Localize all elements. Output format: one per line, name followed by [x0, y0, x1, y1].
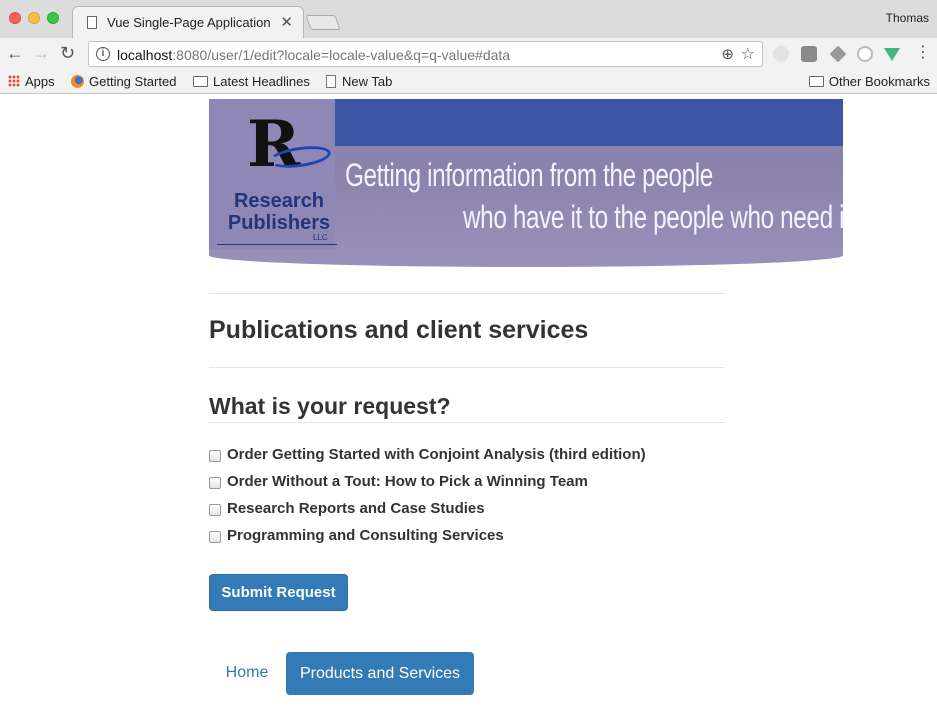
browser-titlebar: Vue Single-Page Application ✕ Thomas: [0, 0, 937, 38]
forward-arrow-icon[interactable]: →: [32, 42, 50, 64]
new-tab-button[interactable]: [305, 15, 341, 30]
address-bar[interactable]: i localhost:8080/user/1/edit?locale=loca…: [88, 41, 763, 67]
url-text[interactable]: localhost:8080/user/1/edit?locale=locale…: [117, 47, 510, 63]
site-banner: R Research Publishers LLC Getting inform…: [209, 99, 843, 267]
dropbox-icon[interactable]: [829, 45, 847, 63]
banner-top-bar: [335, 99, 843, 146]
page-icon: [326, 75, 336, 88]
info-icon[interactable]: i: [96, 47, 110, 61]
bookmark-apps[interactable]: Apps: [8, 74, 55, 89]
checkbox[interactable]: [209, 504, 221, 516]
divider: [209, 422, 725, 423]
divider: [209, 293, 725, 294]
browser-toolbar: ← → ↻ i localhost:8080/user/1/edit?local…: [0, 38, 937, 70]
site-logo: R Research Publishers LLC: [209, 99, 337, 249]
divider: [209, 367, 725, 368]
checkbox[interactable]: [209, 450, 221, 462]
nav-products-tab-active[interactable]: Products and Services: [286, 652, 474, 695]
logo-company-name: Research Publishers: [227, 190, 331, 234]
bookmark-label: New Tab: [342, 74, 393, 89]
bookmark-latest-headlines[interactable]: Latest Headlines: [193, 74, 310, 89]
option-label[interactable]: Programming and Consulting Services: [227, 527, 504, 544]
bookmark-new-tab[interactable]: New Tab: [326, 74, 392, 89]
checkbox[interactable]: [209, 531, 221, 543]
extension-icon[interactable]: [801, 46, 817, 62]
url-path: :8080/user/1/edit?locale=locale-value&q=…: [172, 47, 511, 63]
checkbox[interactable]: [209, 477, 221, 489]
option-label[interactable]: Order Getting Started with Conjoint Anal…: [227, 446, 646, 463]
logo-letter: R: [247, 107, 301, 182]
extension-icon[interactable]: [857, 46, 873, 62]
apps-grid-icon: [8, 75, 20, 87]
bookmark-label: Apps: [25, 74, 55, 89]
folder-icon: [808, 76, 824, 87]
url-host: localhost: [117, 47, 173, 63]
firefox-icon: [71, 75, 84, 88]
option-label[interactable]: Research Reports and Case Studies: [227, 500, 485, 517]
tab-title: Vue Single-Page Application: [107, 15, 271, 30]
extension-icon[interactable]: [773, 46, 789, 62]
bookmark-other-bookmarks[interactable]: Other Bookmarks: [808, 74, 930, 89]
bookmark-label: Getting Started: [89, 74, 177, 89]
folder-icon: [193, 76, 208, 87]
page-icon: [87, 16, 97, 29]
request-section-title: What is your request?: [209, 393, 451, 419]
option-label[interactable]: Order Without a Tout: How to Pick a Winn…: [227, 473, 588, 490]
zoom-icon[interactable]: ⊕: [721, 45, 734, 63]
vue-devtools-icon[interactable]: [884, 48, 900, 61]
bookmark-label: Other Bookmarks: [828, 74, 930, 89]
window-minimize-button[interactable]: [28, 12, 40, 24]
bookmark-star-icon[interactable]: ☆: [741, 44, 755, 64]
banner-tagline-line-1: Getting information from the people: [345, 157, 713, 193]
logo-underline: [217, 244, 337, 245]
browser-tab-active[interactable]: Vue Single-Page Application ✕: [72, 6, 304, 38]
bookmark-label: Latest Headlines: [213, 74, 310, 89]
reload-icon[interactable]: ↻: [60, 42, 75, 64]
window-close-button[interactable]: [9, 12, 21, 24]
nav-home-link[interactable]: Home: [209, 652, 285, 694]
logo-suffix: LLC: [313, 233, 328, 242]
page-title: Publications and client services: [209, 316, 589, 344]
profile-name[interactable]: Thomas: [886, 11, 929, 25]
bookmark-getting-started[interactable]: Getting Started: [71, 74, 176, 89]
banner-tagline-line-2: who have it to the people who need it: [463, 199, 843, 235]
submit-request-button[interactable]: Submit Request: [209, 574, 348, 611]
tab-close-icon[interactable]: ✕: [280, 13, 293, 31]
bookmarks-bar: Apps Getting Started Latest Headlines Ne…: [0, 70, 937, 94]
back-arrow-icon[interactable]: ←: [6, 42, 24, 64]
browser-menu-icon[interactable]: ⋮: [915, 44, 931, 62]
window-maximize-button[interactable]: [47, 12, 59, 24]
